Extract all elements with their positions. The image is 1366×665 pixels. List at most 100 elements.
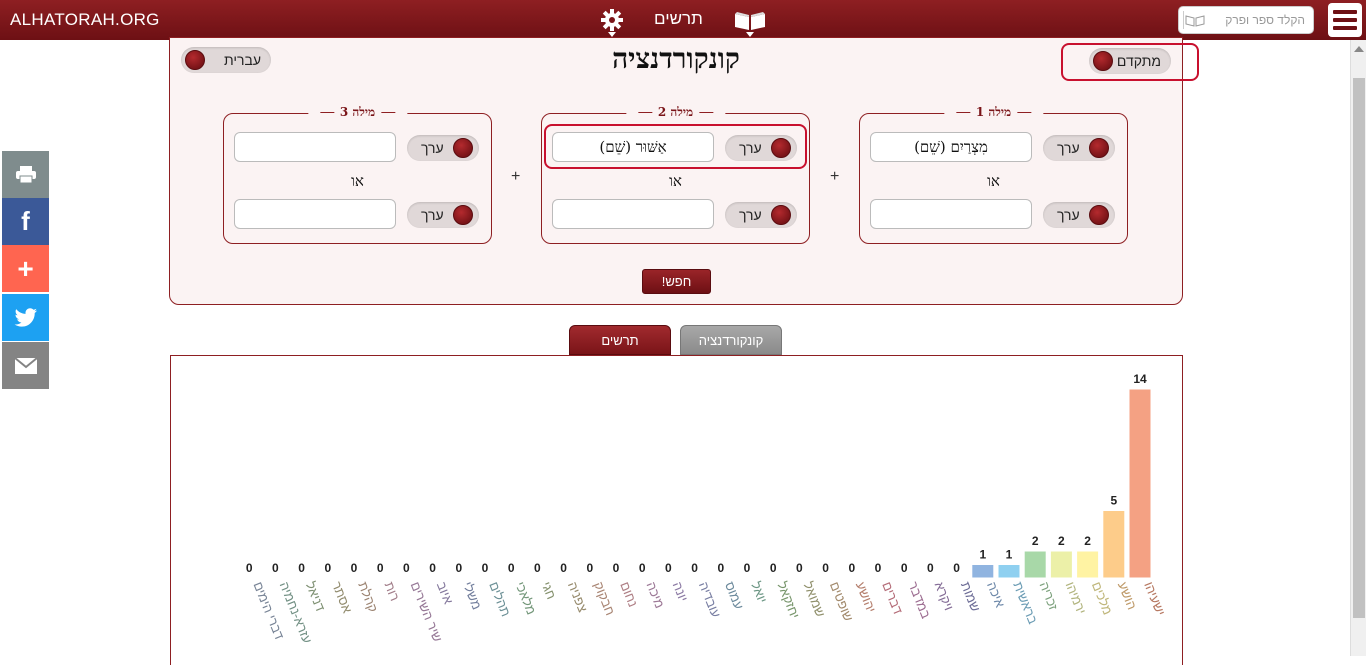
edit-label: ערך bbox=[421, 207, 444, 223]
chart-bar[interactable] bbox=[1023, 550, 1047, 579]
word-1-input-2[interactable] bbox=[870, 199, 1032, 229]
category-label[interactable]: דברים bbox=[879, 580, 905, 617]
bar-value-label: 0 bbox=[324, 561, 331, 575]
category-label[interactable]: הושע bbox=[1115, 580, 1140, 612]
category-label[interactable]: איוב bbox=[434, 580, 456, 607]
category-label[interactable]: מלאכי bbox=[512, 580, 539, 617]
tab-charts[interactable]: תרשים bbox=[569, 325, 671, 355]
word-2-edit-toggle-2[interactable]: ערך bbox=[725, 202, 797, 228]
category-label[interactable]: מלכים bbox=[1089, 580, 1116, 617]
page-title: קונקורדנציה bbox=[612, 42, 740, 75]
scrollbar-thumb[interactable] bbox=[1353, 78, 1365, 618]
edit-label: ערך bbox=[1057, 140, 1080, 156]
category-label[interactable]: עמוס bbox=[722, 580, 747, 612]
chart-bar[interactable] bbox=[971, 564, 995, 579]
category-label[interactable]: חבקוק bbox=[591, 580, 618, 618]
email-icon[interactable] bbox=[2, 342, 49, 389]
bar-value-label: 2 bbox=[1032, 534, 1039, 548]
nav-charts-link[interactable]: תרשים bbox=[654, 9, 703, 29]
category-label[interactable]: יואל bbox=[748, 580, 770, 606]
open-book-icon[interactable] bbox=[733, 8, 767, 32]
category-label[interactable]: דניאל bbox=[303, 580, 328, 614]
bar-value-label: 14 bbox=[1133, 372, 1147, 386]
bar-value-label: 0 bbox=[953, 561, 960, 575]
chart-bar[interactable] bbox=[1102, 510, 1126, 579]
category-label[interactable]: מיכה bbox=[643, 580, 667, 611]
word-3-input-2[interactable] bbox=[234, 199, 396, 229]
language-toggle[interactable]: עברית bbox=[181, 47, 271, 73]
category-label[interactable]: חגי bbox=[539, 580, 559, 602]
bar-value-label: 0 bbox=[613, 561, 620, 575]
category-label[interactable]: ישעיהו bbox=[1141, 580, 1168, 618]
bar-value-label: 0 bbox=[377, 561, 384, 575]
bar-value-label: 0 bbox=[796, 561, 803, 575]
hamburger-icon[interactable] bbox=[1328, 3, 1362, 37]
bar-value-label: 0 bbox=[455, 561, 462, 575]
bar-value-label: 0 bbox=[482, 561, 489, 575]
chart-bar[interactable] bbox=[1076, 550, 1100, 579]
chart-bar[interactable] bbox=[997, 564, 1021, 579]
search-button[interactable]: חפש! bbox=[642, 269, 711, 294]
add-share-icon[interactable]: + bbox=[2, 245, 49, 292]
category-label[interactable]: שופטים bbox=[827, 580, 856, 624]
advanced-toggle[interactable]: מתקדם bbox=[1089, 48, 1171, 74]
category-label[interactable]: קהלת bbox=[355, 580, 381, 615]
category-label[interactable]: אסתר bbox=[329, 580, 355, 616]
chart-bar[interactable] bbox=[1049, 550, 1073, 579]
toggle-knob bbox=[185, 50, 205, 70]
edit-label: ערך bbox=[739, 207, 762, 223]
word-3-input-1[interactable] bbox=[234, 132, 396, 162]
category-label[interactable]: תהלים bbox=[486, 580, 513, 619]
bar-value-label: 0 bbox=[508, 561, 515, 575]
category-label[interactable]: ויקרא bbox=[932, 580, 957, 613]
category-label[interactable]: יחזקאל bbox=[774, 580, 802, 621]
or-label: או bbox=[351, 172, 364, 190]
scroll-up-icon[interactable] bbox=[1354, 46, 1364, 52]
bar-chart: 14 ישעיהו 5 הושע 2 מלכים 2 ירמיהו 2 זכריה 1 בראשית 1… bbox=[246, 372, 1168, 645]
word-1-edit-toggle-1[interactable]: ערך bbox=[1043, 135, 1115, 161]
word-2-title: מילה 2 bbox=[625, 105, 726, 120]
gear-icon[interactable] bbox=[600, 8, 624, 32]
bar-value-label: 0 bbox=[534, 561, 541, 575]
quick-search-placeholder: הקלד ספר ופרק bbox=[1225, 13, 1305, 27]
category-label[interactable]: רות bbox=[381, 580, 402, 604]
category-label[interactable]: יונה bbox=[670, 580, 691, 604]
print-icon[interactable] bbox=[2, 151, 49, 198]
category-label[interactable]: ירמיהו bbox=[1063, 580, 1089, 617]
chart-bar[interactable] bbox=[1128, 388, 1152, 579]
word-1-edit-toggle-2[interactable]: ערך bbox=[1043, 202, 1115, 228]
tab-concordance[interactable]: קונקורדנציה bbox=[680, 325, 782, 355]
word-3-edit-toggle-2[interactable]: ערך bbox=[407, 202, 479, 228]
bar-value-label: 0 bbox=[822, 561, 829, 575]
bar-value-label: 0 bbox=[744, 561, 751, 575]
category-label[interactable]: שמות bbox=[958, 580, 983, 614]
twitter-icon[interactable] bbox=[2, 294, 49, 341]
word-2-input-2[interactable] bbox=[552, 199, 714, 229]
book-icon bbox=[1183, 11, 1207, 29]
bar-value-label: 0 bbox=[351, 561, 358, 575]
bar-value-label: 0 bbox=[927, 561, 934, 575]
category-label[interactable]: במדבר bbox=[905, 580, 933, 621]
category-label[interactable]: צפניה bbox=[565, 580, 591, 615]
facebook-icon[interactable]: f bbox=[2, 198, 49, 245]
page-scrollbar[interactable] bbox=[1350, 40, 1366, 656]
word-3-edit-toggle-1[interactable]: ערך bbox=[407, 135, 479, 161]
category-label[interactable]: עובדיה bbox=[696, 580, 724, 620]
category-label[interactable]: איכה bbox=[984, 580, 1008, 610]
advanced-toggle-label: מתקדם bbox=[1116, 53, 1161, 69]
category-label[interactable]: זכריה bbox=[1036, 580, 1061, 613]
category-label[interactable]: נחום bbox=[617, 580, 641, 610]
quick-search-input[interactable]: הקלד ספר ופרק bbox=[1178, 6, 1314, 34]
toggle-knob bbox=[1089, 205, 1109, 225]
category-label[interactable]: שמואל bbox=[801, 580, 829, 620]
category-label[interactable]: יהושע bbox=[853, 580, 879, 615]
category-label[interactable]: משלי bbox=[460, 580, 485, 612]
toggle-knob bbox=[453, 138, 473, 158]
toggle-knob bbox=[1089, 138, 1109, 158]
bar-value-label: 5 bbox=[1110, 494, 1117, 508]
toggle-knob bbox=[771, 205, 791, 225]
word-1-input-1[interactable]: מִצְרַיִם (שֵׁם) bbox=[870, 132, 1032, 162]
category-label[interactable]: בראשית bbox=[1010, 580, 1041, 627]
language-toggle-label: עברית bbox=[223, 52, 261, 68]
site-logo[interactable]: ALHATORAH.ORG bbox=[10, 10, 160, 30]
